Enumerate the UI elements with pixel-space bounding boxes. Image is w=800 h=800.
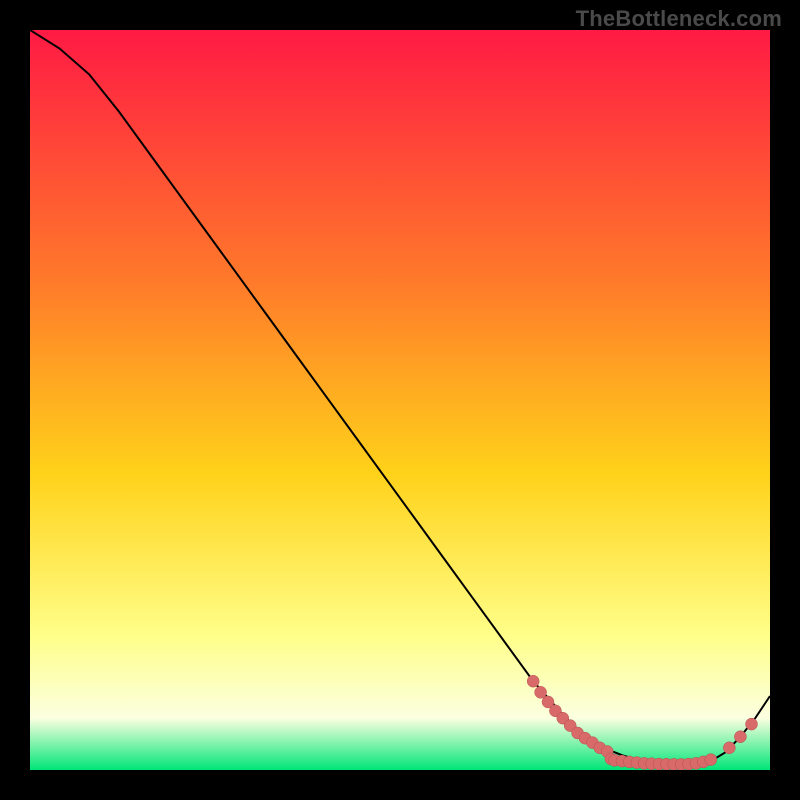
chart-stage: TheBottleneck.com: [0, 0, 800, 800]
data-point: [705, 754, 717, 766]
data-point: [527, 675, 539, 687]
data-point: [746, 718, 758, 730]
plot-area: [30, 30, 770, 770]
watermark-text: TheBottleneck.com: [576, 6, 782, 32]
data-point: [535, 686, 547, 698]
data-point: [734, 731, 746, 743]
chart-svg: [30, 30, 770, 770]
data-point: [723, 742, 735, 754]
